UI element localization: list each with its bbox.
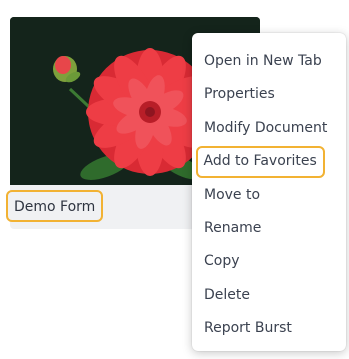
document-name-text: Demo Form xyxy=(14,199,96,215)
menu-item-open-in-new-tab[interactable]: Open in New Tab xyxy=(192,45,346,78)
menu-item-modify-document[interactable]: Modify Document xyxy=(192,112,346,145)
menu-item-label: Move to xyxy=(204,186,261,203)
document-name-label[interactable]: Demo Form xyxy=(6,190,104,222)
menu-item-label: Copy xyxy=(204,253,240,270)
menu-item-label: Report Burst xyxy=(204,320,292,337)
menu-item-properties[interactable]: Properties xyxy=(192,78,346,111)
menu-item-label: Properties xyxy=(204,86,275,103)
menu-item-label: Modify Document xyxy=(204,119,328,136)
menu-item-label: Rename xyxy=(204,219,262,236)
context-menu: Open in New Tab Properties Modify Docume… xyxy=(192,33,346,351)
menu-item-copy[interactable]: Copy xyxy=(192,245,346,278)
menu-item-move-to[interactable]: Move to xyxy=(192,179,346,212)
menu-item-label: Open in New Tab xyxy=(204,53,322,69)
menu-item-label: Add to Favorites xyxy=(195,146,325,179)
menu-item-add-to-favorites[interactable]: Add to Favorites xyxy=(192,145,346,179)
menu-item-label: Delete xyxy=(204,286,250,303)
menu-item-report-burst[interactable]: Report Burst xyxy=(192,312,346,345)
menu-item-delete[interactable]: Delete xyxy=(192,279,346,312)
menu-item-rename[interactable]: Rename xyxy=(192,212,346,245)
